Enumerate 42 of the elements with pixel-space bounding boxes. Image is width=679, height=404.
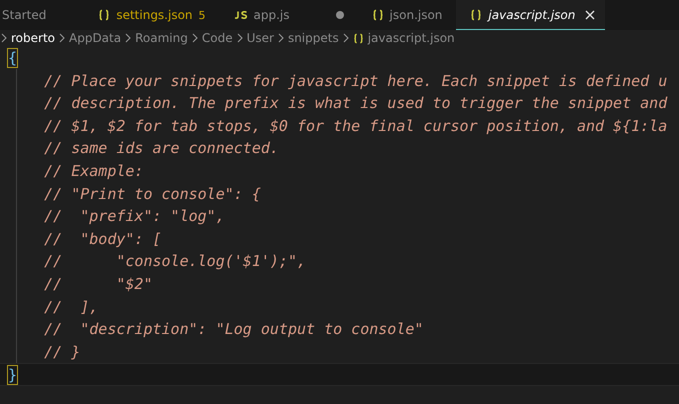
code-comment: // "$2": [43, 274, 152, 293]
code-comment: // "Print to console": {: [43, 184, 261, 203]
code-comment: // Example:: [43, 162, 144, 180]
chevron-icon: [342, 33, 349, 43]
editor-tab[interactable]: app.js: [220, 0, 358, 30]
breadcrumb-item[interactable]: User: [246, 31, 274, 45]
breadcrumb-item[interactable]: javascript.json: [352, 31, 455, 45]
chevron-icon: [1, 33, 7, 43]
js-icon: [234, 11, 248, 19]
braces-icon: [470, 8, 482, 20]
chevron-icon: [192, 33, 198, 43]
code-comment: // $1, $2 for tab stops, $0 for the final cursor position, and ${1:la: [43, 116, 668, 135]
editor-tab[interactable]: Started: [0, 0, 84, 30]
chevron-icon: [278, 33, 284, 43]
breadcrumb-item[interactable]: snippets: [288, 31, 339, 45]
code-comment: // "description": "Log output to console": [43, 320, 424, 338]
breadcrumb-item[interactable]: roberto: [11, 31, 55, 45]
code-comment: // same ids are connected.: [43, 139, 279, 158]
code-bracket: {: [8, 49, 18, 67]
code-comment: // }: [43, 342, 80, 361]
code-comment: // ],: [43, 298, 98, 316]
braces-icon: [352, 32, 364, 44]
code-comment: // "body": [: [43, 230, 162, 248]
code-comment: // description. The prefix is what is used to trigger the snippet and: [43, 94, 668, 112]
code-comment: // Place your snippets for javascript here. Each snippet is defined u: [43, 72, 668, 90]
unsaved-dot-icon: [336, 11, 344, 19]
breadcrumb-item[interactable]: Roaming: [135, 31, 188, 45]
braces-icon: [372, 9, 384, 21]
chevron-icon: [59, 33, 65, 43]
editor-tab[interactable]: json.json: [358, 0, 456, 30]
code-bracket: }: [8, 366, 18, 384]
problem-count: 5: [198, 8, 206, 22]
braces-icon: [98, 9, 110, 21]
code-comment: // "prefix": "log",: [43, 207, 225, 226]
breadcrumb-item[interactable]: AppData: [69, 31, 122, 45]
editor-tab[interactable]: javascript.json: [456, 0, 606, 30]
editor-tab[interactable]: settings.json 5: [84, 0, 220, 30]
close-icon[interactable]: [585, 10, 596, 20]
chevron-icon: [236, 33, 243, 43]
chevron-icon: [125, 33, 132, 43]
breadcrumb-item[interactable]: Code: [202, 31, 233, 45]
code-comment: // "console.log('$1');",: [43, 252, 306, 270]
